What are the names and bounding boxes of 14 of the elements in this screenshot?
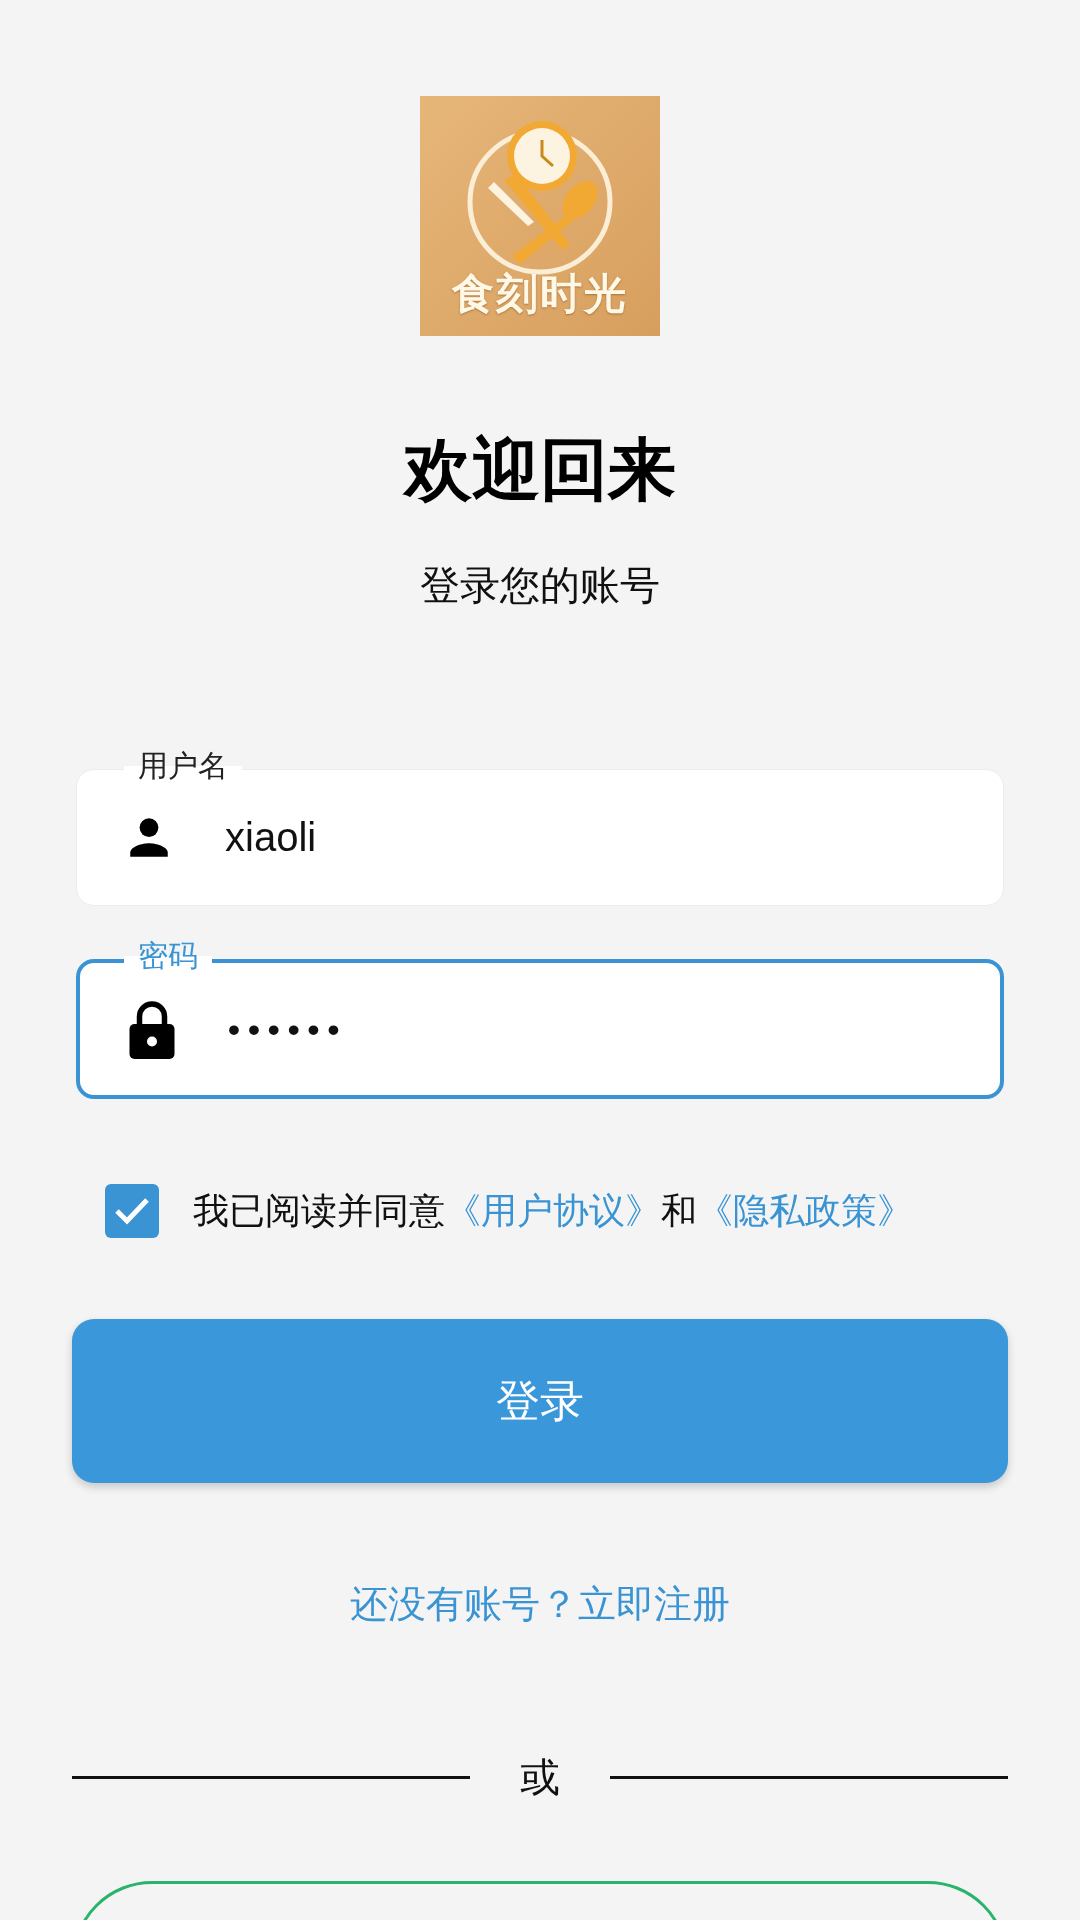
policy-link[interactable]: 《隐私政策》 (697, 1189, 913, 1231)
subtitle: 登录您的账号 (419, 562, 661, 609)
field-value: xiaoli (225, 815, 317, 860)
divider-label: 或 (519, 1753, 561, 1801)
login-button[interactable]: 登录 (72, 1319, 1008, 1483)
welcome-title: 欢迎回来 (401, 430, 677, 509)
lock-icon (127, 999, 177, 1059)
agreement-text: 我已阅读并同意《用户协议》和《隐私政策》 (193, 1188, 913, 1233)
field-value: •••••• (228, 1009, 348, 1049)
agree-checkbox[interactable] (105, 1184, 159, 1238)
checkmark-icon (114, 1196, 150, 1226)
logo-text: 食刻时光 (450, 269, 629, 319)
policy-link[interactable]: 《用户协议》 (445, 1189, 661, 1231)
register-link[interactable]: 还没有账号？立即注册 (350, 1579, 730, 1629)
